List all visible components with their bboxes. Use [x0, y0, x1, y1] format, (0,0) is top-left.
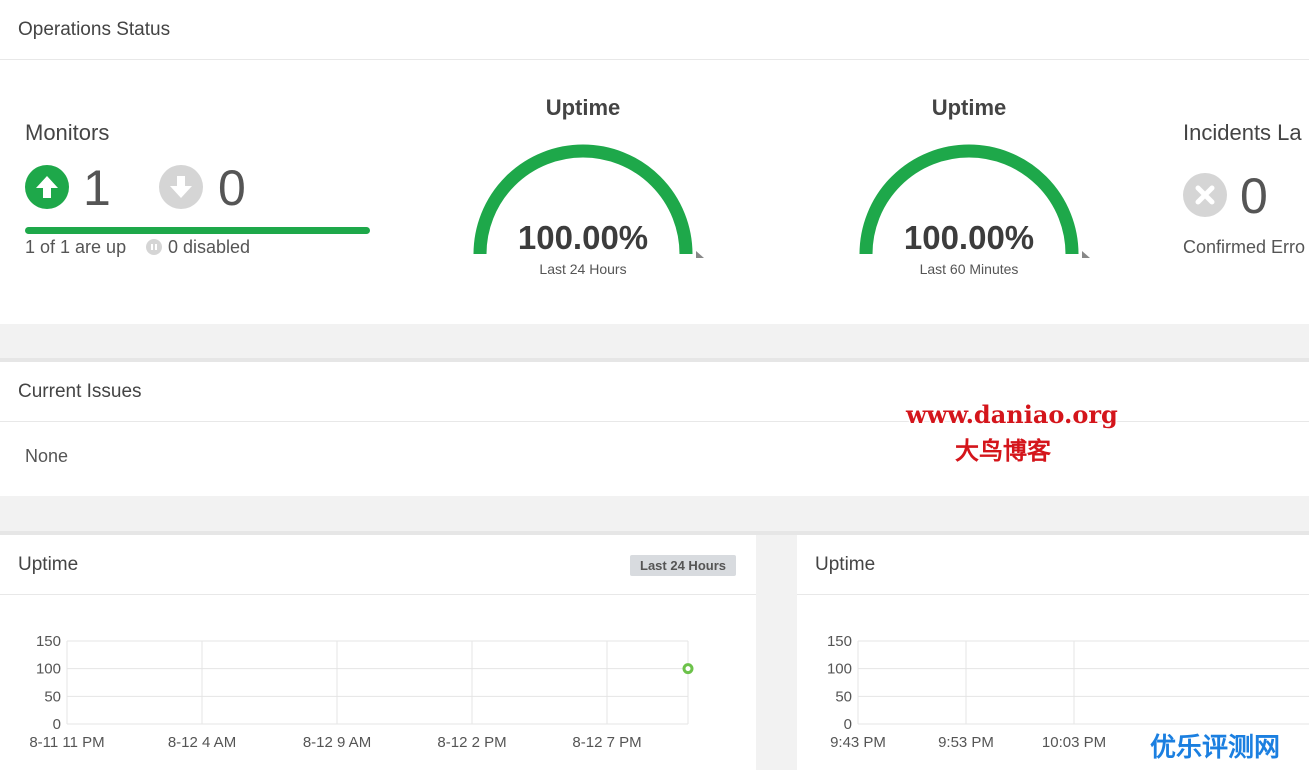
x-tick-label: 9:53 PM	[938, 734, 994, 751]
x-tick-label: 8-12 9 AM	[303, 734, 371, 751]
uptime-24h-header: Uptime Last 24 Hours	[0, 535, 756, 595]
watermark-url: www.daniao.org	[906, 400, 1118, 429]
current-issues-panel: Current Issues None	[0, 362, 1309, 496]
uptime-60m-header: Uptime	[797, 535, 1309, 595]
incidents-title: Incidents La	[1183, 120, 1302, 145]
operations-status-panel: Operations Status Monitors 1 0 1 of 1 ar…	[0, 0, 1309, 324]
close-icon	[1183, 173, 1227, 217]
gauge-60m-value: 100.00%	[903, 219, 1035, 256]
x-tick-label: 9:43 PM	[830, 734, 886, 751]
monitors-up-bar	[25, 227, 370, 234]
y-tick-label: 100	[36, 661, 61, 678]
x-tick-label: 8-12 2 PM	[437, 734, 506, 751]
y-tick-label: 150	[827, 633, 852, 650]
y-tick-label: 100	[827, 661, 852, 678]
monitors-up-count[interactable]: 1	[83, 163, 111, 213]
x-tick-label: 10:03 PM	[1042, 734, 1106, 751]
x-tick-label: 8-12 4 AM	[168, 734, 236, 751]
gauge-24h-label: Last 24 Hours	[539, 261, 627, 277]
data-point[interactable]	[682, 663, 694, 675]
panel-title: Uptime	[18, 553, 79, 575]
arrow-up-icon[interactable]	[25, 165, 69, 209]
gauge-24h-title: Uptime	[545, 95, 621, 120]
y-tick-label: 50	[44, 688, 61, 705]
uptime-24h-panel: Uptime Last 24 Hours 150 100 50 0 8-11 11 PM…	[0, 535, 756, 770]
gauge-60m-label: Last 60 Minutes	[919, 261, 1019, 277]
panel-title: Current Issues	[18, 380, 142, 402]
arrow-down-icon[interactable]	[159, 165, 203, 209]
pause-icon	[146, 239, 162, 255]
x-tick-label: 8-12 7 PM	[572, 734, 641, 751]
operations-status-header: Operations Status	[0, 0, 1309, 60]
incidents-count[interactable]: 0	[1240, 171, 1268, 221]
watermark-name: 大鸟博客	[955, 436, 1051, 465]
monitors-title: Monitors	[25, 120, 110, 145]
y-tick-label: 150	[36, 633, 61, 650]
monitors-disabled-text: 0 disabled	[168, 237, 251, 257]
incidents-label: Confirmed Erro	[1183, 237, 1306, 257]
monitors-down-count[interactable]: 0	[218, 163, 246, 213]
watermark-corner: 优乐评测网	[1150, 733, 1281, 763]
time-range-badge[interactable]: Last 24 Hours	[630, 555, 736, 576]
y-tick-label: 50	[835, 688, 852, 705]
gauge-24h-value: 100.00%	[517, 219, 649, 256]
x-tick-label: 8-11 11 PM	[29, 734, 104, 751]
y-tick-label: 0	[844, 716, 852, 733]
current-issues-body: None	[25, 446, 69, 466]
panel-title: Operations Status	[18, 18, 171, 40]
panel-title: Uptime	[815, 553, 876, 575]
monitors-up-text: 1 of 1 are up	[25, 237, 127, 257]
y-tick-label: 0	[53, 716, 61, 733]
gauge-60m-title: Uptime	[931, 95, 1007, 120]
uptime-24h-chart: 150 100 50 08-11 11 PM 8-12 4 AM 8-12 9 AM 8-1…	[29, 633, 694, 751]
